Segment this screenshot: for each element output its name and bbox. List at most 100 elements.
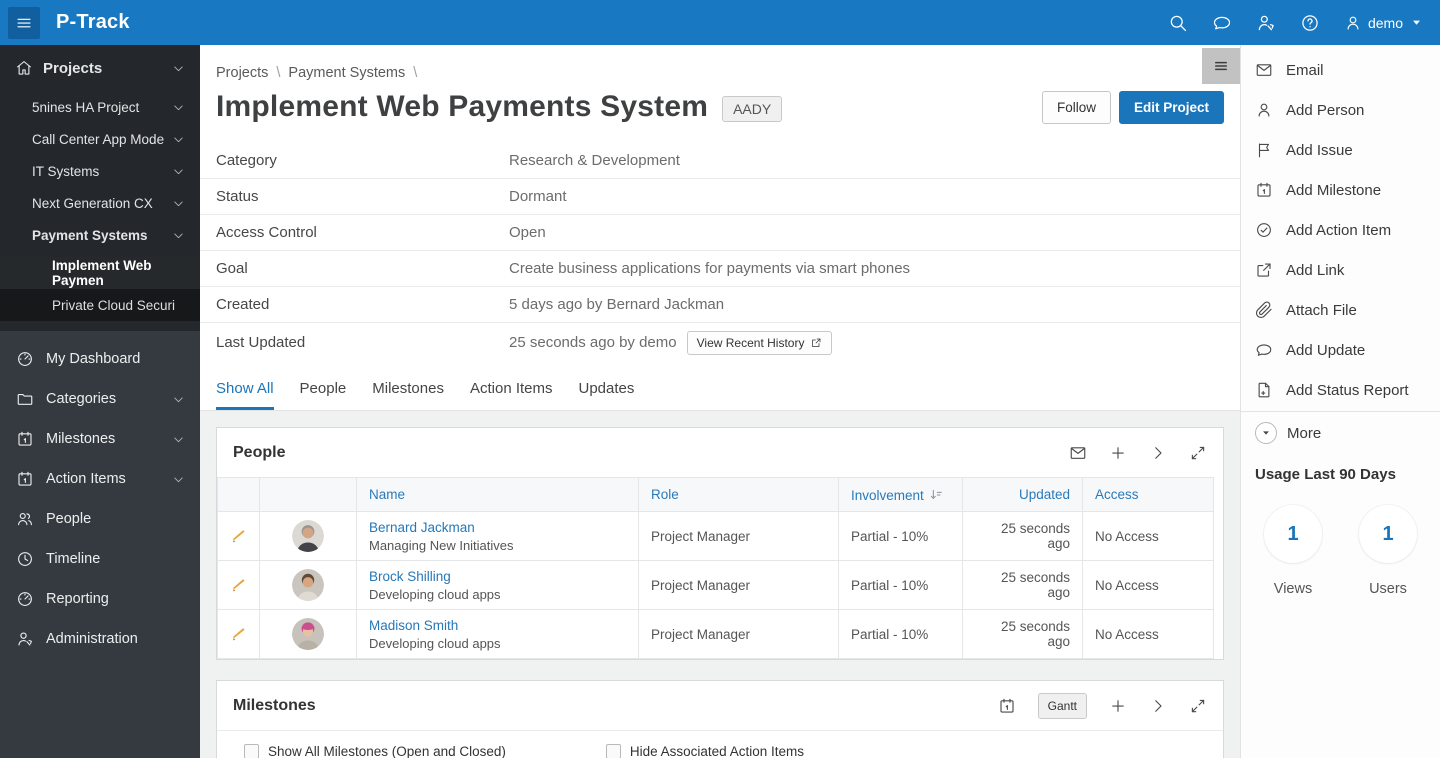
- detail-row-goal: Goal Create business applications for pa…: [200, 250, 1240, 286]
- table-row: Brock Shilling Developing cloud apps Proj…: [217, 560, 1214, 610]
- breadcrumb-projects[interactable]: Projects: [216, 65, 268, 81]
- document-plus-icon: [1258, 382, 1270, 398]
- sidebar-item-action-items[interactable]: Action Items: [0, 459, 200, 499]
- tab-show-all[interactable]: Show All: [216, 380, 274, 410]
- search-button[interactable]: [1168, 13, 1188, 33]
- show-all-milestones-checkbox[interactable]: Show All Milestones (Open and Closed): [244, 744, 506, 758]
- column-header-role[interactable]: Role: [638, 477, 839, 512]
- sidebar-item-label: My Dashboard: [46, 351, 141, 367]
- action-add-issue[interactable]: Add Issue: [1241, 130, 1440, 170]
- sidebar-item-reporting[interactable]: Reporting: [0, 579, 200, 619]
- person-access: No Access: [1082, 609, 1214, 659]
- user-label: demo: [1367, 14, 1403, 31]
- add-person-icon: [1258, 103, 1270, 117]
- more-button[interactable]: More: [1241, 412, 1440, 454]
- sidebar-item-people[interactable]: People: [0, 499, 200, 539]
- sidebar-item-milestones[interactable]: Milestones: [0, 419, 200, 459]
- email-people-button[interactable]: [1069, 444, 1087, 462]
- checkbox-label: Hide Associated Action Items: [629, 744, 804, 758]
- edit-person-button[interactable]: [230, 625, 248, 643]
- action-add-update[interactable]: Add Update: [1241, 330, 1440, 370]
- edit-person-button[interactable]: [230, 576, 248, 594]
- people-expand-button[interactable]: [1189, 444, 1207, 462]
- avatar: [292, 618, 324, 650]
- column-header-name[interactable]: Name: [356, 477, 639, 512]
- user-wrench-icon: [18, 632, 32, 646]
- project-code-badge: AADY: [722, 95, 783, 122]
- follow-button[interactable]: Follow: [1041, 91, 1111, 124]
- tab-people[interactable]: People: [300, 380, 347, 410]
- hamburger-menu-button[interactable]: [8, 6, 40, 39]
- help-button[interactable]: [1300, 13, 1320, 33]
- action-add-status-report[interactable]: Add Status Report: [1241, 370, 1440, 410]
- sidebar-item-label: Administration: [46, 631, 138, 647]
- sidebar-item-it-systems[interactable]: IT Systems: [0, 155, 200, 187]
- checkbox[interactable]: [605, 744, 621, 758]
- sidebar-item-label: People: [46, 511, 92, 527]
- gantt-button[interactable]: Gantt: [1037, 692, 1087, 719]
- pencil-icon: [232, 628, 245, 641]
- admin-button[interactable]: [1256, 13, 1276, 33]
- action-add-person[interactable]: Add Person: [1241, 90, 1440, 130]
- column-header-updated[interactable]: Updated: [962, 477, 1083, 512]
- user-menu[interactable]: demo: [1344, 14, 1424, 32]
- avatar: [292, 569, 324, 601]
- milestones-expand-button[interactable]: [1189, 697, 1207, 715]
- sidebar-item-payment-systems[interactable]: Payment Systems: [0, 219, 200, 251]
- action-add-milestone[interactable]: Add Milestone: [1241, 170, 1440, 210]
- edit-project-button[interactable]: Edit Project: [1118, 91, 1224, 124]
- tab-updates[interactable]: Updates: [579, 380, 635, 410]
- paperclip-icon: [1255, 301, 1272, 319]
- column-header-access[interactable]: Access: [1082, 477, 1214, 512]
- chat-icon: [1213, 16, 1231, 29]
- sidebar-item-timeline[interactable]: Timeline: [0, 539, 200, 579]
- action-add-link[interactable]: Add Link: [1241, 250, 1440, 290]
- person-updated: 25 seconds ago: [962, 560, 1083, 610]
- milestones-open-button[interactable]: [1149, 697, 1167, 715]
- milestones-calendar-button[interactable]: [998, 697, 1016, 715]
- action-email[interactable]: Email: [1241, 50, 1440, 90]
- detail-value: Research & Development: [509, 151, 680, 169]
- tab-bar: Show All People Milestones Action Items …: [200, 362, 1240, 411]
- user-icon: [1347, 16, 1359, 30]
- detail-row-access-control: Access Control Open: [200, 214, 1240, 250]
- people-icon: [18, 512, 32, 526]
- person-name-link[interactable]: Brock Shilling: [369, 569, 451, 584]
- tab-milestones[interactable]: Milestones: [372, 380, 444, 410]
- person-access: No Access: [1082, 560, 1214, 610]
- add-milestone-panel-button[interactable]: [1109, 697, 1127, 715]
- view-recent-history-button[interactable]: View Recent History: [686, 330, 833, 355]
- page-options-button[interactable]: [1202, 48, 1240, 84]
- action-add-action-item[interactable]: Add Action Item: [1241, 210, 1440, 250]
- column-header-involvement[interactable]: Involvement: [838, 477, 963, 512]
- sidebar-item-categories[interactable]: Categories: [0, 379, 200, 419]
- plus-icon: [1112, 446, 1124, 459]
- sidebar-item-projects[interactable]: Projects: [0, 45, 200, 91]
- sidebar-item-private-cloud-security[interactable]: Private Cloud Securi: [0, 289, 200, 321]
- add-person-panel-button[interactable]: [1109, 444, 1127, 462]
- breadcrumb-separator: \: [413, 65, 418, 81]
- breadcrumb-payment-systems[interactable]: Payment Systems: [288, 65, 405, 81]
- person-updated: 25 seconds ago: [962, 609, 1083, 659]
- checkbox[interactable]: [244, 744, 259, 758]
- action-attach-file[interactable]: Attach File: [1241, 290, 1440, 330]
- calendar-icon: [1257, 182, 1271, 197]
- sidebar-item-next-generation-cx[interactable]: Next Generation CX: [0, 187, 200, 219]
- person-involvement: Partial - 10%: [838, 511, 963, 561]
- sidebar-item-5nines-ha-project[interactable]: 5nines HA Project: [0, 91, 200, 123]
- detail-label: Status: [216, 188, 259, 205]
- sidebar-item-implement-web-payments[interactable]: Implement Web Paymen: [0, 257, 200, 289]
- tab-action-items[interactable]: Action Items: [470, 380, 553, 410]
- sidebar-item-label: Projects: [43, 59, 103, 77]
- messages-button[interactable]: [1212, 13, 1232, 33]
- chevron-down-icon: [174, 232, 183, 238]
- sidebar-item-my-dashboard[interactable]: My Dashboard: [0, 339, 200, 379]
- external-link-icon: [812, 338, 821, 347]
- sidebar-item-call-center-app-mode[interactable]: Call Center App Mode: [0, 123, 200, 155]
- person-name-link[interactable]: Bernard Jackman: [369, 520, 475, 535]
- edit-person-button[interactable]: [230, 527, 248, 545]
- people-open-button[interactable]: [1149, 444, 1167, 462]
- person-name-link[interactable]: Madison Smith: [369, 618, 458, 633]
- sidebar-item-administration[interactable]: Administration: [0, 619, 200, 659]
- hide-associated-action-items-checkbox[interactable]: Hide Associated Action Items: [605, 744, 804, 758]
